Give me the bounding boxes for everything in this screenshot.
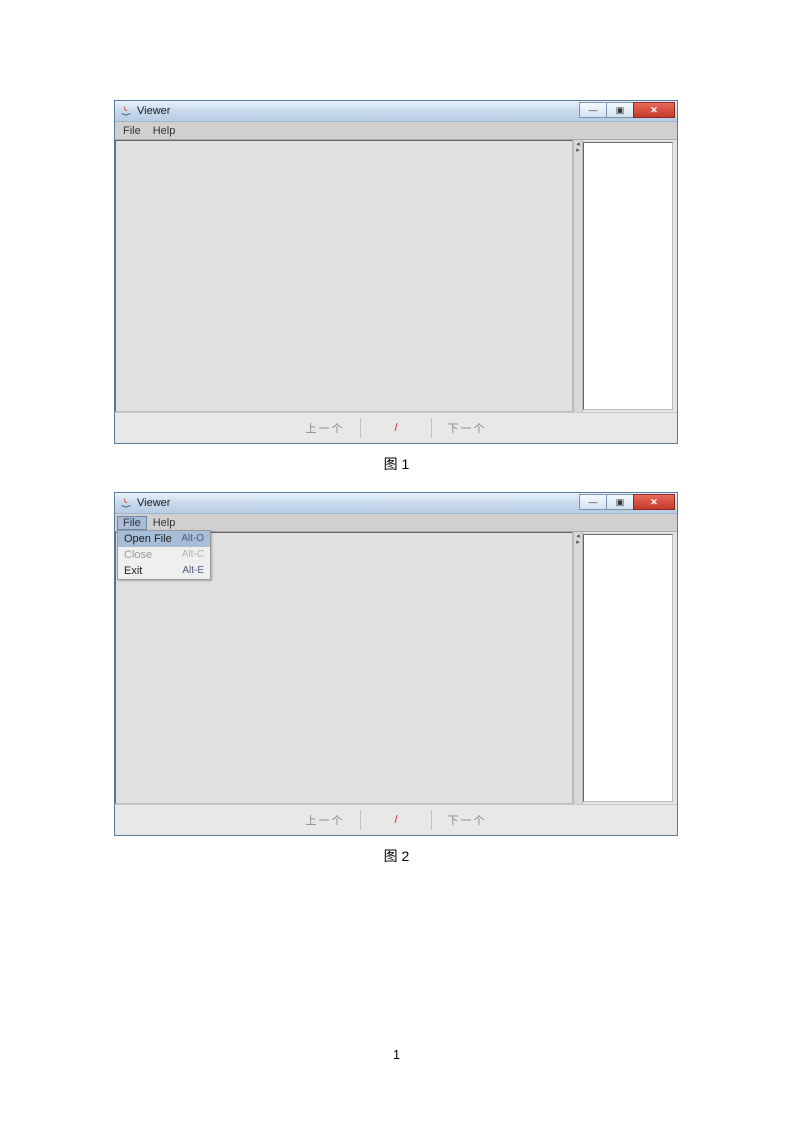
menu-exit[interactable]: Exit Alt-E (118, 563, 210, 579)
divider-right-icon: ▸ (576, 540, 580, 546)
menubar: File Help (115, 122, 677, 140)
minimize-button[interactable]: — (579, 494, 607, 510)
divider-right-icon: ▸ (576, 148, 580, 154)
prev-button[interactable]: 上一个 (290, 810, 360, 830)
window-controls: — ▣ ✕ (580, 494, 675, 510)
app-window-1: Viewer — ▣ ✕ File Help ◂ ▸ 上一个 (114, 100, 678, 444)
maximize-button[interactable]: ▣ (606, 102, 634, 118)
figure-1-caption: 图 1 (114, 454, 679, 474)
java-icon (119, 496, 133, 510)
bottom-bar: 上一个 / 下一个 (115, 412, 677, 443)
side-pane (583, 142, 673, 410)
client-area: ◂ ▸ (115, 140, 677, 412)
menu-close-label: Close (124, 549, 152, 561)
menu-file[interactable]: File (117, 516, 147, 530)
next-button[interactable]: 下一个 (431, 810, 502, 830)
titlebar: Viewer — ▣ ✕ (115, 493, 677, 514)
minimize-button[interactable]: — (579, 102, 607, 118)
menu-open-file[interactable]: Open File Alt-O (118, 531, 210, 547)
page-counter: / (360, 810, 431, 830)
menu-open-file-label: Open File (124, 533, 172, 545)
page-number: 1 (0, 1047, 793, 1062)
menu-open-file-accel: Alt-O (181, 533, 204, 545)
app-window-2: Viewer — ▣ ✕ File Help Open File Alt-O C… (114, 492, 678, 836)
next-button[interactable]: 下一个 (431, 418, 502, 438)
titlebar: Viewer — ▣ ✕ (115, 101, 677, 122)
figure-2: Viewer — ▣ ✕ File Help Open File Alt-O C… (114, 492, 679, 866)
figure-2-caption: 图 2 (114, 846, 679, 866)
menu-close: Close Alt-C (118, 547, 210, 563)
close-button[interactable]: ✕ (633, 494, 675, 510)
menu-exit-accel: Alt-E (182, 565, 204, 577)
split-divider[interactable]: ◂ ▸ (573, 140, 583, 412)
split-divider[interactable]: ◂ ▸ (573, 532, 583, 804)
window-title: Viewer (137, 105, 170, 117)
window-controls: — ▣ ✕ (580, 102, 675, 118)
close-button[interactable]: ✕ (633, 102, 675, 118)
menu-close-accel: Alt-C (182, 549, 204, 561)
side-pane (583, 534, 673, 802)
menu-exit-label: Exit (124, 565, 142, 577)
bottom-bar: 上一个 / 下一个 (115, 804, 677, 835)
menu-help[interactable]: Help (147, 516, 182, 530)
window-title: Viewer (137, 497, 170, 509)
java-icon (119, 104, 133, 118)
menu-help[interactable]: Help (147, 124, 182, 138)
maximize-button[interactable]: ▣ (606, 494, 634, 510)
prev-button[interactable]: 上一个 (290, 418, 360, 438)
menu-file[interactable]: File (117, 124, 147, 138)
main-pane (115, 140, 573, 412)
file-menu-dropdown: Open File Alt-O Close Alt-C Exit Alt-E (117, 530, 211, 580)
page-counter: / (360, 418, 431, 438)
figure-1: Viewer — ▣ ✕ File Help ◂ ▸ 上一个 (114, 100, 679, 474)
